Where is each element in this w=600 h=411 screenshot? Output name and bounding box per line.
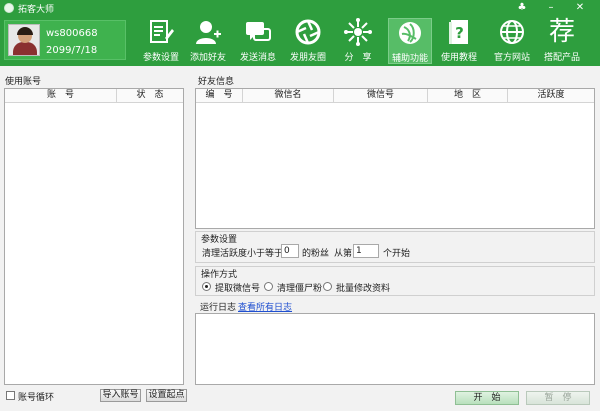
column-header-region[interactable]: 地 区 [428,89,508,103]
mode-option-batch-edit[interactable]: 批量修改资料 [336,281,390,294]
svg-text:?: ? [455,24,464,42]
start-suffix-label: 个开始 [383,249,411,259]
fans-label: 的粉丝 [302,249,330,259]
mode-option-extract[interactable]: 提取微信号 [215,281,260,294]
column-header-wechat-name[interactable]: 微信名 [243,89,334,103]
tutorial-label: 使用教程 [440,53,477,63]
column-header-wechat-id[interactable]: 微信号 [334,89,428,103]
column-header-activity[interactable]: 活跃度 [508,89,594,103]
globe-icon [500,20,524,44]
activity-threshold-input[interactable]: 0 [281,244,299,258]
from-label: 从第 [334,249,353,259]
column-header-id[interactable]: 编 号 [196,89,243,103]
account-loop-checkbox[interactable] [6,391,15,400]
partner-products-label: 搭配产品 [543,53,580,63]
friends-table[interactable]: 编 号 微信名 微信号 地 区 活跃度 [195,88,595,229]
friends-section-label: 好友信息 [198,77,235,87]
app-logo-icon [4,3,14,13]
minimize-button[interactable]: – [542,0,560,16]
column-header-account[interactable]: 账 号 [5,89,117,103]
set-start-point-button[interactable]: 设置起点 [146,389,187,402]
mode-radio-clean[interactable] [264,282,273,291]
send-message-label: 发送消息 [239,53,276,63]
send-message-button[interactable]: 发送消息 [236,18,280,64]
params-settings-label: 参数设置 [142,53,179,63]
post-moments-button[interactable]: 发朋友圈 [286,18,330,64]
log-textarea[interactable] [195,313,595,385]
avatar [8,24,40,56]
account-loop-label: 账号循环 [18,393,55,403]
camera-lens-icon [399,22,421,44]
skin-icon[interactable]: ♣ [513,0,531,16]
assist-functions-label: 辅助功能 [391,54,428,64]
params-settings-button[interactable]: 参数设置 [139,18,183,64]
post-moments-label: 发朋友圈 [289,53,326,63]
official-website-button[interactable]: 官方网站 [490,18,534,64]
account-name: ws800668 [46,28,98,39]
partner-products-button[interactable]: 荐 搭配产品 [540,18,584,64]
add-friends-label: 添加好友 [189,53,226,63]
mode-radio-extract[interactable] [202,282,211,291]
add-user-icon [196,21,221,44]
close-button[interactable]: ✕ [571,0,589,16]
top-toolbar: 拓客大师 ♣ – ✕ ws800668 2099/7/18 参数设置 添加好友 [0,0,600,66]
assist-functions-button[interactable]: 辅助功能 [388,18,432,64]
share-label: 分 享 [344,53,372,63]
expire-date: 2099/7/18 [46,45,98,56]
start-index-input[interactable]: 1 [353,244,379,258]
import-accounts-button[interactable]: 导入账号 [100,389,141,402]
clean-threshold-label: 清理活跃度小于等于 [202,249,284,259]
share-button[interactable]: 分 享 [336,18,380,64]
chat-bubbles-icon [246,22,271,41]
question-book-icon: ? [449,20,468,44]
mode-section-label: 操作方式 [201,270,238,280]
app-title: 拓客大师 [18,5,55,15]
mode-radio-batch-edit[interactable] [323,282,332,291]
document-edit-icon [150,20,174,43]
column-header-status[interactable]: 状 态 [117,89,183,103]
params-section-label: 参数设置 [201,235,238,245]
official-website-label: 官方网站 [493,53,530,63]
start-button[interactable]: 开 始 [455,391,519,405]
accounts-section-label: 使用账号 [5,77,42,87]
tutorial-button[interactable]: ? 使用教程 [437,18,481,64]
mode-option-clean[interactable]: 清理僵尸粉 [277,281,322,294]
add-friends-button[interactable]: 添加好友 [186,18,230,64]
recommend-char-icon: 荐 [548,17,575,47]
camera-shutter-icon [295,19,321,45]
share-hub-icon [344,18,372,46]
accounts-table[interactable]: 账 号 状 态 [4,88,184,385]
view-all-logs-link[interactable]: 查看所有日志 [238,300,292,313]
pause-button[interactable]: 暂 停 [526,391,590,405]
title-bar: 拓客大师 ♣ – ✕ [0,0,600,16]
user-profile-card: ws800668 2099/7/18 [4,20,126,60]
log-label: 运行日志 [200,303,237,313]
